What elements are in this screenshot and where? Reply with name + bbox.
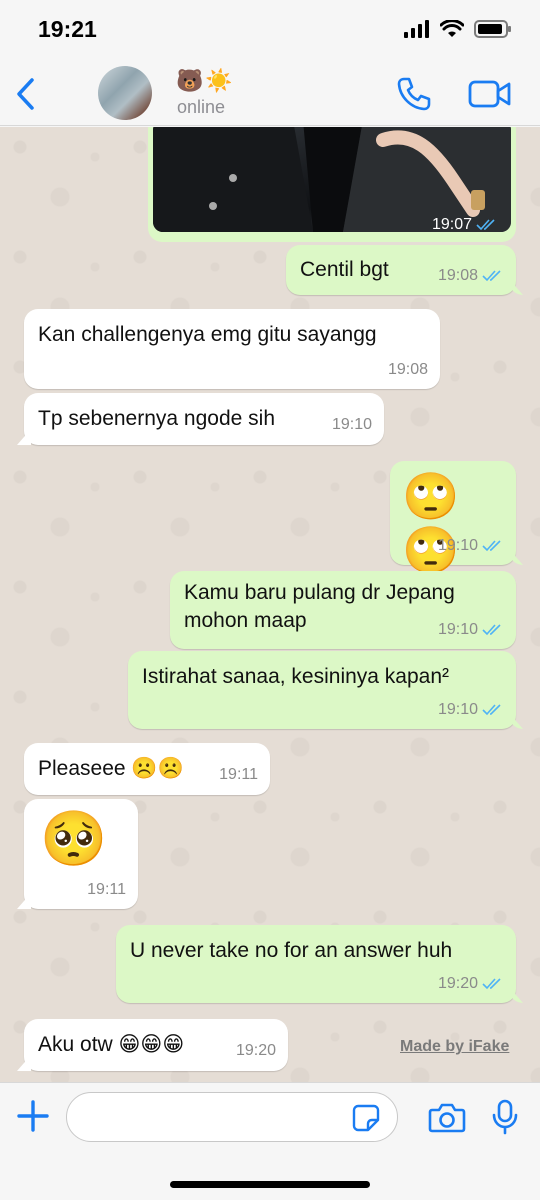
contact-avatar[interactable] [98,66,152,120]
status-bar: 19:21 [0,0,540,60]
message-meta: 19:08 [388,361,428,379]
sticker-icon [352,1104,380,1132]
message-text: Kamu baru pulang dr Jepang mohon maap [184,581,455,632]
message-time: 19:20 [235,1042,276,1059]
video-call-button[interactable] [468,76,512,112]
microphone-button[interactable] [492,1099,518,1135]
attach-button[interactable] [16,1099,50,1133]
incoming-message[interactable]: 🥺 19:11 [24,799,138,909]
read-ticks-icon [482,978,501,990]
status-icons [404,20,512,38]
message-text: Kan challengenya emg gitu sayangg [38,323,377,346]
contact-status: online [177,97,226,117]
message-meta: 19:11 [87,881,126,899]
message-text: Tp sebenernya ngode sih [38,407,275,430]
input-bar [0,1082,540,1200]
message-meta: 19:11 [219,766,258,784]
home-indicator[interactable] [170,1181,370,1188]
message-text: 🥺 [40,807,108,870]
message-time: 19:08 [437,267,478,284]
message-time: 19:08 [387,361,428,378]
outgoing-message[interactable]: Centil bgt 19:08 [286,245,516,295]
outgoing-message[interactable]: U never take no for an answer huh 19:20 [116,925,516,1003]
message-meta: 19:10 [438,621,504,639]
message-time: 19:11 [87,881,126,898]
camera-button[interactable] [428,1103,466,1133]
message-time: 19:10 [437,621,478,638]
message-text: Aku otw 😁😁😁 [38,1033,185,1056]
message-input[interactable] [66,1092,398,1142]
microphone-icon [492,1099,518,1135]
read-ticks-icon [482,270,501,282]
voice-call-button[interactable] [394,74,434,114]
outgoing-message[interactable]: Kamu baru pulang dr Jepang mohon maap 19… [170,571,516,649]
message-text: Pleaseee ☹️☹️ [38,757,184,780]
message-time: 19:07 [431,216,472,233]
plus-icon [17,1100,49,1132]
camera-icon [428,1103,466,1133]
status-time: 19:21 [38,16,97,42]
outgoing-message[interactable]: Istirahat sanaa, kesininya kapan² 19:10 [128,651,516,729]
message-text: 🙄🙄 [402,469,460,577]
read-ticks-icon [482,704,501,716]
watermark: Made by iFake [400,1038,510,1055]
message-time: 19:10 [437,537,478,554]
read-ticks-icon [482,624,501,636]
back-button[interactable] [10,74,40,114]
phone-icon [397,77,431,111]
message-text: Istirahat sanaa, kesininya kapan² [142,665,450,688]
message-time: 19:11 [219,766,258,783]
battery-icon [474,20,511,38]
signal-icon [404,20,429,38]
read-ticks-icon [482,540,501,552]
incoming-message[interactable]: Tp sebenernya ngode sih 19:10 [24,393,384,445]
chevron-left-icon [17,78,34,110]
incoming-message[interactable]: Kan challengenya emg gitu sayangg 19:08 [24,309,440,389]
message-meta: 19:10 [438,701,504,719]
message-time: 19:10 [331,416,372,433]
message-meta: 19:20 [236,1042,276,1060]
message-time: 19:10 [437,701,478,718]
message-meta: 19:08 [438,267,504,285]
outgoing-message[interactable]: 🙄🙄 19:10 [390,461,516,577]
message-meta: 19:20 [438,975,504,993]
message-meta: 19:10 [438,537,504,555]
read-ticks-icon [476,219,495,231]
incoming-message[interactable]: Aku otw 😁😁😁 19:20 [24,1019,288,1071]
message-meta: 19:07 [432,216,498,234]
chat-header: 🐻☀️ online [0,60,540,126]
video-camera-icon [468,80,511,108]
contact-name[interactable]: 🐻☀️ [176,68,235,94]
incoming-message[interactable]: Pleaseee ☹️☹️ 19:11 [24,743,270,795]
wifi-icon [440,20,464,37]
message-meta: 19:10 [332,416,372,434]
message-time: 19:20 [437,975,478,992]
message-text: U never take no for an answer huh [130,939,453,962]
sticker-button[interactable] [352,1104,380,1132]
chat-area[interactable]: 19:07 Centil bgt 19:08 Kan challengenya … [0,127,540,1082]
photo-message[interactable]: 19:07 [148,127,516,242]
message-text: Centil bgt [300,258,389,281]
